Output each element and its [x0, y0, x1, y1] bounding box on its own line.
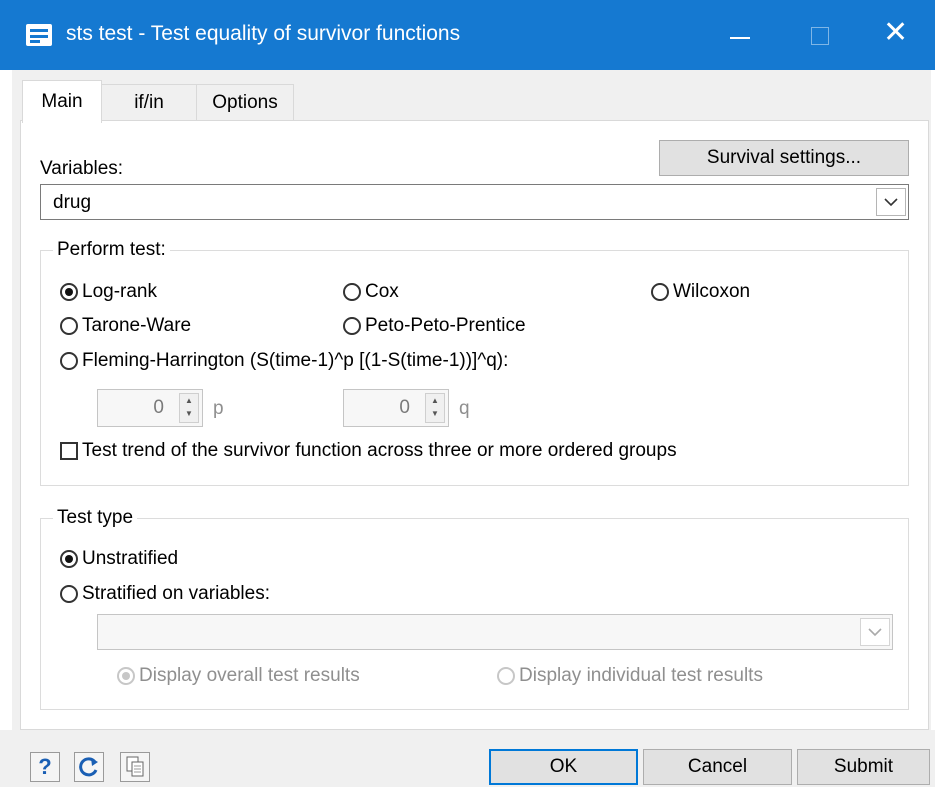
chevron-down-icon[interactable]: [860, 618, 890, 646]
strata-combo[interactable]: [97, 614, 893, 650]
radio-circle: [60, 585, 78, 603]
radio-circle: [117, 667, 135, 685]
tab-main[interactable]: Main: [22, 80, 102, 123]
radio-wilcoxon[interactable]: Wilcoxon: [651, 281, 750, 303]
q-label: q: [459, 398, 470, 419]
copy-button[interactable]: [120, 752, 150, 782]
submit-button[interactable]: Submit: [797, 749, 930, 785]
radio-display-individual[interactable]: Display individual test results: [497, 665, 763, 687]
help-button[interactable]: ?: [30, 752, 60, 782]
radio-label: Unstratified: [82, 548, 179, 569]
radio-circle: [651, 283, 669, 301]
radio-circle: [343, 283, 361, 301]
title-bar: sts test - Test equality of survivor fun…: [0, 0, 935, 70]
radio-label: Cox: [365, 281, 399, 302]
app-icon: [26, 24, 52, 46]
variables-combo[interactable]: drug: [40, 184, 909, 220]
test-type-legend: Test type: [53, 507, 138, 529]
question-icon: ?: [38, 754, 52, 779]
radio-fleming-harrington[interactable]: Fleming-Harrington (S(time-1)^p [(1-S(ti…: [60, 350, 508, 372]
p-stepper[interactable]: 0 ▲ ▼: [97, 389, 203, 427]
variables-value: drug: [53, 192, 92, 213]
radio-peto-peto-prentice[interactable]: Peto-Peto-Prentice: [343, 315, 526, 337]
radio-label: Log-rank: [82, 281, 157, 302]
maximize-button[interactable]: [780, 0, 860, 70]
survival-settings-button[interactable]: Survival settings...: [659, 140, 909, 176]
reset-button[interactable]: [74, 752, 104, 782]
minimize-icon: [730, 37, 750, 39]
radio-circle: [497, 667, 515, 685]
radio-circle: [60, 283, 78, 301]
radio-display-overall[interactable]: Display overall test results: [117, 665, 360, 687]
q-stepper[interactable]: 0 ▲ ▼: [343, 389, 449, 427]
radio-circle: [60, 352, 78, 370]
perform-test-legend: Perform test:: [53, 239, 170, 261]
radio-label: Stratified on variables:: [82, 583, 270, 604]
stepper-arrows-icon[interactable]: ▲ ▼: [425, 393, 445, 423]
checkbox-box: [60, 442, 78, 460]
p-value: 0: [153, 397, 164, 418]
trend-checkbox[interactable]: Test trend of the survivor function acro…: [60, 440, 677, 462]
tab-if-in[interactable]: if/in: [100, 84, 198, 121]
radio-label: Wilcoxon: [673, 281, 751, 302]
close-icon: ✕: [883, 15, 909, 50]
reset-icon: [79, 757, 98, 777]
chevron-down-icon[interactable]: [876, 188, 906, 216]
radio-label: Display individual test results: [519, 665, 763, 686]
stepper-arrows-icon[interactable]: ▲ ▼: [179, 393, 199, 423]
radio-circle: [60, 550, 78, 568]
cancel-button[interactable]: Cancel: [643, 749, 792, 785]
radio-circle: [60, 317, 78, 335]
radio-tarone-ware[interactable]: Tarone-Ware: [60, 315, 191, 337]
radio-stratified[interactable]: Stratified on variables:: [60, 583, 270, 605]
ok-button[interactable]: OK: [489, 749, 638, 785]
copy-icon: [126, 756, 144, 777]
radio-label: Display overall test results: [139, 665, 360, 686]
radio-log-rank[interactable]: Log-rank: [60, 281, 157, 303]
variables-label: Variables:: [40, 158, 124, 179]
q-value: 0: [399, 397, 410, 418]
window-title: sts test - Test equality of survivor fun…: [66, 22, 461, 45]
radio-circle: [343, 317, 361, 335]
radio-label: Fleming-Harrington (S(time-1)^p [(1-S(ti…: [82, 350, 509, 371]
radio-cox[interactable]: Cox: [343, 281, 399, 303]
maximize-icon: [811, 27, 829, 45]
tab-options[interactable]: Options: [196, 84, 294, 121]
radio-label: Peto-Peto-Prentice: [365, 315, 526, 336]
trend-label: Test trend of the survivor function acro…: [82, 440, 677, 461]
p-label: p: [213, 398, 224, 419]
radio-label: Tarone-Ware: [82, 315, 192, 336]
radio-unstratified[interactable]: Unstratified: [60, 548, 178, 570]
minimize-button[interactable]: [700, 0, 780, 70]
close-button[interactable]: ✕: [855, 0, 935, 70]
